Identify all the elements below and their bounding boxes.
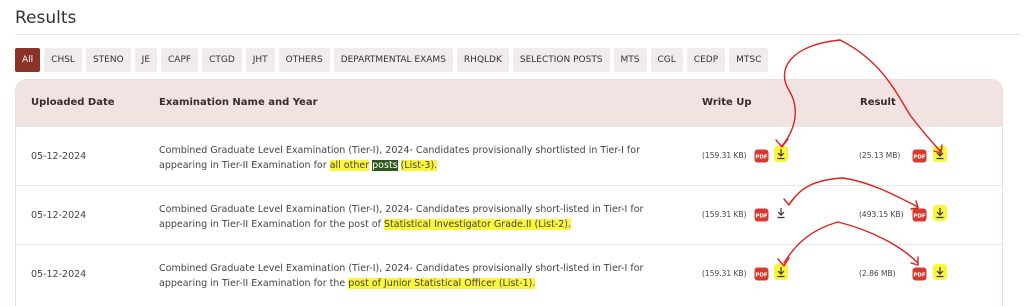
filter-bar: All CHSL STENO JE CAPF CTGD JHT OTHERS D… bbox=[15, 48, 769, 72]
filter-jht[interactable]: JHT bbox=[245, 48, 275, 72]
filter-chsl[interactable]: CHSL bbox=[44, 48, 82, 72]
filter-mtsc[interactable]: MTSC bbox=[729, 48, 769, 72]
filter-capf[interactable]: CAPF bbox=[161, 48, 199, 72]
table-header: Uploaded Date Examination Name and Year … bbox=[16, 80, 1002, 126]
exam-name: Combined Graduate Level Examination (Tie… bbox=[159, 261, 649, 291]
result-size: (25.13 MB) bbox=[859, 151, 901, 160]
uploaded-date: 05-12-2024 bbox=[31, 210, 87, 221]
filter-cgl[interactable]: CGL bbox=[650, 48, 683, 72]
page-title: Results bbox=[15, 8, 77, 28]
header-write-up: Write Up bbox=[702, 97, 752, 108]
pdf-icon[interactable]: PDF bbox=[754, 149, 769, 163]
filter-steno[interactable]: STENO bbox=[85, 48, 131, 72]
exam-name: Combined Graduate Level Examination (Tie… bbox=[159, 143, 649, 173]
svg-text:PDF: PDF bbox=[913, 155, 926, 161]
pdf-icon[interactable]: PDF bbox=[912, 149, 927, 163]
result-size: (493.15 KB) bbox=[859, 210, 904, 219]
svg-text:PDF: PDF bbox=[755, 214, 768, 220]
title-divider bbox=[15, 34, 1020, 35]
exam-name-line1: Combined Graduate Level Examination (Tie… bbox=[159, 145, 640, 156]
filter-je[interactable]: JE bbox=[134, 48, 158, 72]
highlighted-text: (List-3). bbox=[400, 160, 438, 171]
download-icon[interactable] bbox=[774, 205, 788, 221]
header-exam-name: Examination Name and Year bbox=[159, 97, 318, 108]
highlighted-text: Statistical Investigator Grade.II (List-… bbox=[384, 219, 572, 230]
highlighted-text: all other bbox=[329, 160, 370, 171]
download-icon[interactable] bbox=[774, 146, 788, 162]
pdf-icon[interactable]: PDF bbox=[754, 208, 769, 222]
filter-others[interactable]: OTHERS bbox=[278, 48, 330, 72]
exam-name-line2: appearing in Tier-II Examination for the… bbox=[159, 219, 381, 230]
header-result: Result bbox=[860, 97, 896, 108]
table-row: 05-12-2024 Combined Graduate Level Exami… bbox=[16, 126, 1002, 185]
uploaded-date: 05-12-2024 bbox=[31, 269, 87, 280]
exam-name: Combined Graduate Level Examination (Tie… bbox=[159, 202, 649, 232]
filter-all[interactable]: All bbox=[15, 48, 41, 72]
table-row: 05-12-2024 Combined Graduate Level Exami… bbox=[16, 185, 1002, 244]
pdf-icon[interactable]: PDF bbox=[754, 267, 769, 281]
highlighted-text: post of Junior Statistical Officer (List… bbox=[348, 278, 536, 289]
exam-name-line2: appearing in Tier-II Examination for bbox=[159, 160, 327, 171]
download-icon[interactable] bbox=[774, 264, 788, 280]
writeup-size: (159.31 KB) bbox=[702, 151, 747, 160]
pdf-icon[interactable]: PDF bbox=[912, 208, 927, 222]
svg-text:PDF: PDF bbox=[755, 273, 768, 279]
download-icon[interactable] bbox=[933, 264, 947, 280]
exam-name-line1: Combined Graduate Level Examination (Tie… bbox=[159, 263, 644, 274]
filter-mts[interactable]: MTS bbox=[613, 48, 647, 72]
filter-selection-posts[interactable]: SELECTION POSTS bbox=[512, 48, 610, 72]
svg-text:PDF: PDF bbox=[755, 155, 768, 161]
filter-rhqldk[interactable]: RHQLDK bbox=[456, 48, 509, 72]
exam-name-line1: Combined Graduate Level Examination (Tie… bbox=[159, 204, 644, 215]
writeup-size: (159.31 KB) bbox=[702, 269, 747, 278]
svg-text:PDF: PDF bbox=[913, 214, 926, 220]
filter-ctgd[interactable]: CTGD bbox=[202, 48, 242, 72]
writeup-size: (159.31 KB) bbox=[702, 210, 747, 219]
uploaded-date: 05-12-2024 bbox=[31, 151, 87, 162]
filter-cedp[interactable]: CEDP bbox=[686, 48, 726, 72]
results-table: Uploaded Date Examination Name and Year … bbox=[15, 79, 1003, 306]
table-row: 05-12-2024 Combined Graduate Level Exami… bbox=[16, 244, 1002, 303]
exam-name-line2: appearing in Tier-II Examination for the bbox=[159, 278, 346, 289]
header-uploaded-date: Uploaded Date bbox=[31, 97, 115, 108]
highlighted-text: posts bbox=[372, 160, 398, 171]
download-icon[interactable] bbox=[933, 146, 947, 162]
result-size: (2.86 MB) bbox=[859, 269, 896, 278]
download-icon[interactable] bbox=[933, 205, 947, 221]
filter-departmental-exams[interactable]: DEPARTMENTAL EXAMS bbox=[333, 48, 453, 72]
pdf-icon[interactable]: PDF bbox=[912, 267, 927, 281]
svg-text:PDF: PDF bbox=[913, 273, 926, 279]
